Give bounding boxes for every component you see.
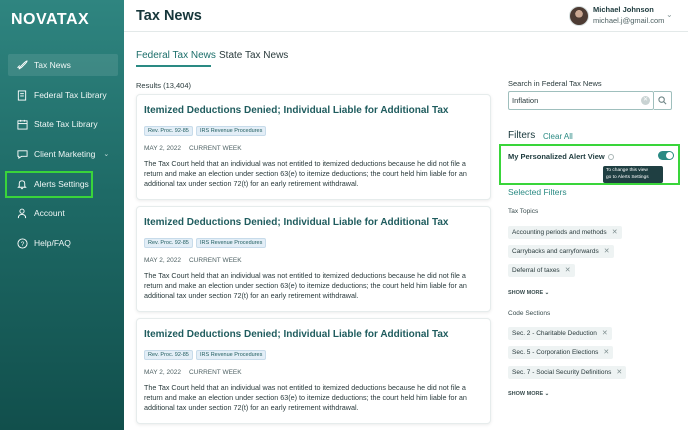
filters-heading: Filters xyxy=(508,130,536,141)
document-icon xyxy=(16,89,28,101)
alerts-settings-highlight xyxy=(5,171,93,198)
filter-chip[interactable]: Deferral of taxes ✕ xyxy=(508,264,575,277)
article-meta: MAY 2, 2022 CURRENT WEEK xyxy=(144,257,242,264)
user-icon xyxy=(16,207,28,219)
calendar-icon xyxy=(16,118,28,130)
article-summary: The Tax Court held that an individual wa… xyxy=(144,383,467,412)
logo: NOVATAX xyxy=(11,11,90,28)
search-label: Search in Federal Tax News xyxy=(508,79,602,88)
close-icon[interactable]: ✕ xyxy=(612,226,618,239)
tag-chip[interactable]: IRS Revenue Procedures xyxy=(196,350,267,360)
article-meta: MAY 2, 2022 CURRENT WEEK xyxy=(144,145,242,152)
tab-state-tax-news[interactable]: State Tax News xyxy=(219,50,288,61)
sidebar-item-label: Help/FAQ xyxy=(34,238,71,248)
sidebar-item-label: Federal Tax Library xyxy=(34,90,107,100)
selected-filters-heading: Selected Filters xyxy=(508,187,567,197)
filter-chip[interactable]: Carrybacks and carryforwards ✕ xyxy=(508,245,614,258)
article-status: CURRENT WEEK xyxy=(188,369,242,376)
tag-chip[interactable]: IRS Revenue Procedures xyxy=(196,238,267,248)
sidebar-item-label: Client Marketing xyxy=(34,149,96,159)
article-summary: The Tax Court held that an individual wa… xyxy=(144,159,467,188)
page-title: Tax News xyxy=(136,8,202,24)
tag-chip[interactable]: IRS Revenue Procedures xyxy=(196,126,267,136)
search-icon xyxy=(658,92,667,110)
filter-chip[interactable]: Sec. 7 - Social Security Definitions ✕ xyxy=(508,366,627,379)
sidebar-item-federal-tax-library[interactable]: Federal Tax Library xyxy=(8,84,118,106)
info-icon[interactable] xyxy=(607,154,614,161)
help-icon: ? xyxy=(16,237,28,249)
article-card[interactable]: Itemized Deductions Denied; Individual L… xyxy=(136,318,491,424)
close-icon[interactable]: ✕ xyxy=(602,327,608,340)
sidebar-item-label: Tax News xyxy=(34,60,71,70)
sidebar-item-help-faq[interactable]: ? Help/FAQ xyxy=(8,232,118,254)
code-sections-label: Code Sections xyxy=(508,310,551,317)
chevron-down-icon: ⌄ xyxy=(544,290,550,296)
filter-chip[interactable]: Sec. 5 - Corporation Elections ✕ xyxy=(508,346,614,359)
close-icon[interactable]: ✕ xyxy=(616,366,622,379)
clear-all-link[interactable]: Clear All xyxy=(543,132,573,141)
clear-search-icon[interactable]: ✕ xyxy=(641,96,650,105)
article-date: MAY 2, 2022 xyxy=(144,257,181,264)
sidebar-item-client-marketing[interactable]: Client Marketing ⌄ xyxy=(8,143,118,165)
show-more-topics[interactable]: SHOW MORE ⌄ xyxy=(508,290,549,296)
active-tab-indicator xyxy=(136,65,211,67)
show-more-sections[interactable]: SHOW MORE ⌄ xyxy=(508,391,549,397)
article-date: MAY 2, 2022 xyxy=(144,145,181,152)
alert-view-toggle[interactable] xyxy=(658,151,674,160)
article-card[interactable]: Itemized Deductions Denied; Individual L… xyxy=(136,94,491,200)
sidebar-item-state-tax-library[interactable]: State Tax Library xyxy=(8,113,118,135)
chevron-down-icon: ⌄ xyxy=(544,391,550,397)
svg-text:?: ? xyxy=(20,240,24,247)
chevron-down-icon[interactable]: ⌄ xyxy=(666,10,673,19)
close-icon[interactable]: ✕ xyxy=(603,346,609,359)
article-title[interactable]: Itemized Deductions Denied; Individual L… xyxy=(144,217,448,228)
alert-view-label: My Personalized Alert View xyxy=(508,152,614,161)
chevron-down-icon[interactable]: ⌄ xyxy=(103,150,109,158)
rocket-icon xyxy=(16,59,28,71)
article-date: MAY 2, 2022 xyxy=(144,369,181,376)
search-button[interactable] xyxy=(654,91,672,110)
user-email: michael.j@gmail.com xyxy=(593,16,665,25)
sidebar-item-label: State Tax Library xyxy=(34,119,98,129)
article-meta: MAY 2, 2022 CURRENT WEEK xyxy=(144,369,242,376)
personalized-alert-view: My Personalized Alert View To change thi… xyxy=(499,144,680,185)
article-title[interactable]: Itemized Deductions Denied; Individual L… xyxy=(144,329,448,340)
tag-chip[interactable]: Rev. Proc. 92-85 xyxy=(144,238,193,248)
close-icon[interactable]: ✕ xyxy=(604,245,610,258)
tag-chip[interactable]: Rev. Proc. 92-85 xyxy=(144,350,193,360)
tax-topics-label: Tax Topics xyxy=(508,208,539,215)
article-title[interactable]: Itemized Deductions Denied; Individual L… xyxy=(144,105,448,116)
sidebar-item-account[interactable]: Account xyxy=(8,202,118,224)
avatar[interactable] xyxy=(569,6,589,26)
article-status: CURRENT WEEK xyxy=(188,257,242,264)
tab-federal-tax-news[interactable]: Federal Tax News xyxy=(136,50,216,61)
search-input[interactable] xyxy=(512,94,632,107)
article-summary: The Tax Court held that an individual wa… xyxy=(144,271,467,300)
header-divider xyxy=(124,31,688,32)
tooltip: To change this view go to Alerts Setting… xyxy=(603,166,663,183)
article-status: CURRENT WEEK xyxy=(188,145,242,152)
filter-chip[interactable]: Sec. 2 - Charitable Deduction ✕ xyxy=(508,327,612,340)
close-icon[interactable]: ✕ xyxy=(565,264,571,277)
results-count: Results (13,404) xyxy=(136,81,192,90)
filter-chip[interactable]: Accounting periods and methods ✕ xyxy=(508,226,622,239)
sidebar-item-label: Account xyxy=(34,208,65,218)
article-card[interactable]: Itemized Deductions Denied; Individual L… xyxy=(136,206,491,312)
sidebar-item-tax-news[interactable]: Tax News xyxy=(8,54,118,76)
search-box: ✕ xyxy=(508,91,654,110)
user-name: Michael Johnson xyxy=(593,5,654,14)
tag-chip[interactable]: Rev. Proc. 92-85 xyxy=(144,126,193,136)
sidebar: NOVATAX Tax News Federal Tax Library Sta… xyxy=(0,0,124,430)
chat-icon xyxy=(16,148,28,160)
